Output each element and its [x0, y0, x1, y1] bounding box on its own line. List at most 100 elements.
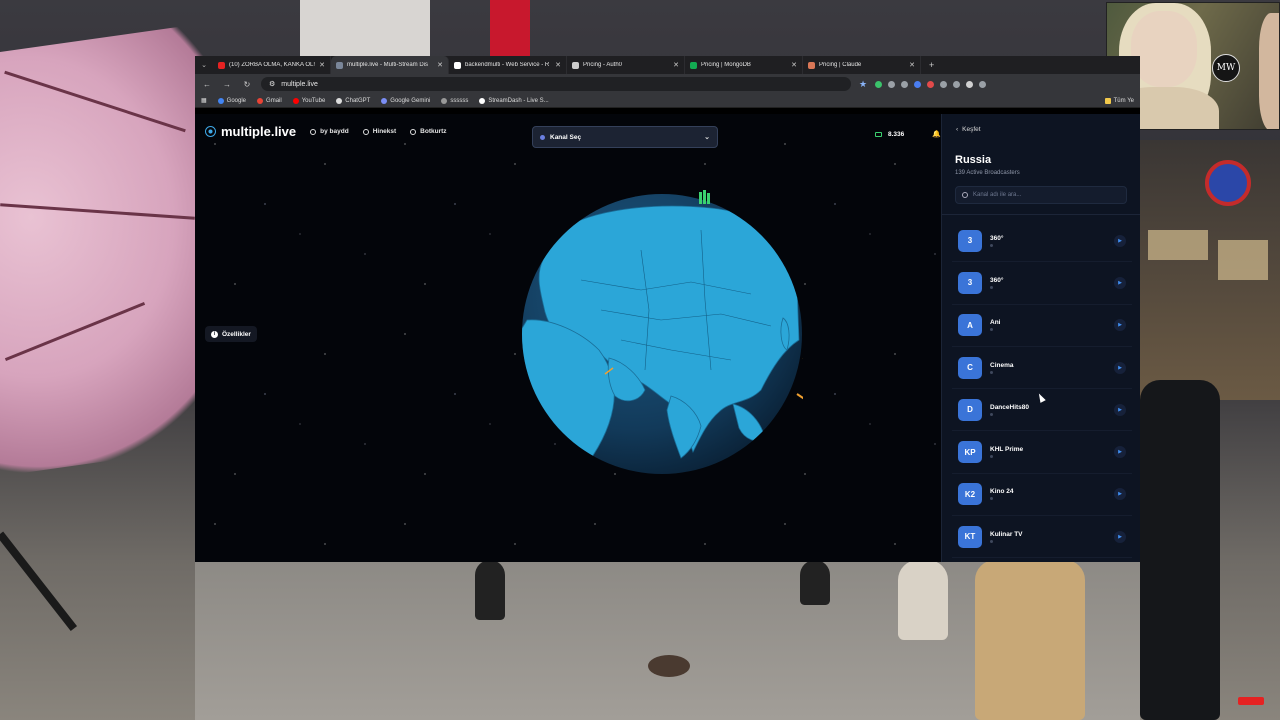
close-icon[interactable]: ✕	[909, 61, 915, 69]
url-field[interactable]: ⚙ multiple.live	[261, 77, 851, 91]
menu-dots-icon[interactable]	[979, 80, 987, 88]
features-button[interactable]: i Özellikler	[205, 326, 257, 342]
bookmark-youtube[interactable]: YouTube	[292, 97, 325, 104]
extension-icon[interactable]	[927, 80, 935, 88]
close-icon[interactable]: ✕	[319, 61, 325, 69]
profile-avatar[interactable]	[966, 80, 974, 88]
bookmark-folder[interactable]: ssssss	[441, 97, 468, 104]
bookmark-streamdash[interactable]: StreamDash - Live S...	[479, 97, 549, 104]
tab-mongodb[interactable]: Pricing | MongoDB ✕	[685, 56, 803, 74]
interactive-globe[interactable]	[521, 190, 803, 474]
bell-icon[interactable]: 🔔	[932, 130, 941, 138]
nav-link-baydd[interactable]: by baydd	[310, 128, 349, 135]
new-tab-button[interactable]: +	[921, 60, 942, 70]
back-to-explore-button[interactable]: ‹ Keşfet	[956, 126, 981, 133]
reload-icon[interactable]: ↻	[241, 80, 253, 89]
youtube-favicon-icon	[218, 61, 225, 69]
apps-grid-icon[interactable]: ▦	[201, 97, 207, 104]
extension-icon[interactable]	[914, 80, 922, 88]
road-sign	[1205, 160, 1251, 206]
broadcaster-marker[interactable]	[699, 192, 702, 204]
status-dot	[990, 285, 993, 289]
tab-strip: ⌄ (10) ZORBA OLMA, KANKA OL! ✕ multiple.…	[195, 56, 1140, 74]
nav-link-botkurtz[interactable]: Botkurtz	[410, 128, 447, 135]
close-icon[interactable]: ✕	[555, 61, 561, 69]
nav-label: by baydd	[320, 128, 349, 135]
bookmark-label: Google Gemini	[390, 97, 431, 104]
channel-search-input[interactable]: Kanal adı ile ara...	[955, 186, 1127, 204]
broadcaster-marker[interactable]	[707, 193, 710, 204]
channel-name: 360°	[990, 276, 1004, 284]
broadcaster-marker[interactable]	[796, 393, 803, 402]
extension-icon[interactable]	[901, 80, 909, 88]
tab-youtube[interactable]: (10) ZORBA OLMA, KANKA OL! ✕	[213, 56, 331, 74]
channel-badge: A	[958, 314, 982, 337]
bookmark-star-icon[interactable]: ★	[859, 79, 867, 90]
bookmark-chatgpt[interactable]: ChatGPT	[336, 97, 370, 104]
second-person	[1259, 13, 1279, 129]
all-bookmarks[interactable]: Tüm Ye	[1104, 97, 1134, 104]
tab-render[interactable]: backendmulti - Web Service - R ✕	[449, 56, 567, 74]
extension-icon[interactable]	[953, 80, 961, 88]
channel-item[interactable]: K2 Kino 24 ▶	[952, 474, 1132, 517]
channel-select-dropdown[interactable]: Kanal Seç ⌄	[532, 126, 718, 148]
nav-link-hinekst[interactable]: Hinekst	[362, 128, 396, 135]
tab-claude[interactable]: Pricing | Claude ✕	[803, 56, 921, 74]
manhole	[648, 655, 690, 677]
streamer-face	[1131, 11, 1197, 87]
close-icon[interactable]: ✕	[673, 61, 679, 69]
site-logo[interactable]: multiple.live	[205, 124, 296, 139]
tab-multiple-live[interactable]: multiple.live - Multi-Stream Dis ✕	[331, 56, 449, 74]
gemini-icon	[381, 97, 388, 104]
shop-window	[1148, 230, 1208, 260]
status-dot	[990, 497, 993, 501]
play-icon[interactable]: ▶	[1114, 276, 1126, 289]
folder-icon	[1104, 97, 1111, 104]
play-icon[interactable]: ▶	[1114, 403, 1126, 416]
page-content: multiple.live by baydd Hinekst Botkurtz …	[195, 114, 1140, 562]
close-icon[interactable]: ✕	[791, 61, 797, 69]
play-icon[interactable]: ▶	[1114, 446, 1126, 459]
bookmark-label: Gmail	[266, 97, 282, 104]
chevron-left-icon: ‹	[956, 126, 959, 133]
tab-title: Pricing - Auth0	[583, 62, 623, 68]
streamdash-icon	[479, 97, 486, 104]
extension-icon[interactable]	[888, 80, 896, 88]
extension-icon[interactable]	[940, 80, 948, 88]
play-icon[interactable]: ▶	[1114, 361, 1126, 374]
forward-arrow-icon[interactable]: →	[221, 80, 233, 89]
tab-search-icon[interactable]: ⌄	[195, 56, 213, 74]
youtube-icon	[292, 97, 299, 104]
channel-item[interactable]: 3 360° ▶	[952, 262, 1132, 305]
play-icon[interactable]: ▶	[1114, 319, 1126, 332]
channel-item[interactable]: KP KHL Prime ▶	[952, 431, 1132, 474]
bookmark-gemini[interactable]: Google Gemini	[381, 97, 431, 104]
channel-dot-icon	[540, 134, 545, 140]
features-label: Özellikler	[222, 330, 251, 338]
channel-item[interactable]: A Ani ▶	[952, 305, 1132, 347]
bookmark-google[interactable]: Google	[217, 97, 246, 104]
close-icon[interactable]: ✕	[437, 61, 443, 69]
tab-auth0[interactable]: Pricing - Auth0 ✕	[567, 56, 685, 74]
bookmark-gmail[interactable]: Gmail	[257, 97, 282, 104]
umbrella-handle	[0, 531, 78, 632]
channel-item[interactable]: C Cinema ▶	[952, 347, 1132, 390]
render-favicon-icon	[454, 61, 461, 69]
search-placeholder: Kanal adı ile ara...	[973, 192, 1022, 198]
play-icon[interactable]: ▶	[1114, 488, 1126, 501]
channel-badge: KP	[958, 441, 982, 464]
chevron-down-icon: ⌄	[704, 134, 710, 141]
channel-item[interactable]: KT Kulinar TV ▶	[952, 516, 1132, 559]
url-text: multiple.live	[281, 80, 318, 88]
play-icon[interactable]: ▶	[1114, 530, 1126, 543]
tab-title: backendmulti - Web Service - R	[465, 62, 550, 68]
broadcaster-marker[interactable]	[703, 190, 706, 204]
channel-select-label: Kanal Seç	[550, 133, 582, 141]
back-arrow-icon[interactable]: ←	[201, 80, 213, 89]
tab-title: Pricing | MongoDB	[701, 62, 751, 68]
play-icon[interactable]: ▶	[1114, 234, 1126, 247]
site-info-icon[interactable]: ⚙	[269, 80, 275, 88]
globe-favicon-icon	[336, 61, 343, 69]
channel-item[interactable]: 3 360° ▶	[952, 220, 1132, 263]
extension-icon[interactable]	[875, 80, 883, 88]
